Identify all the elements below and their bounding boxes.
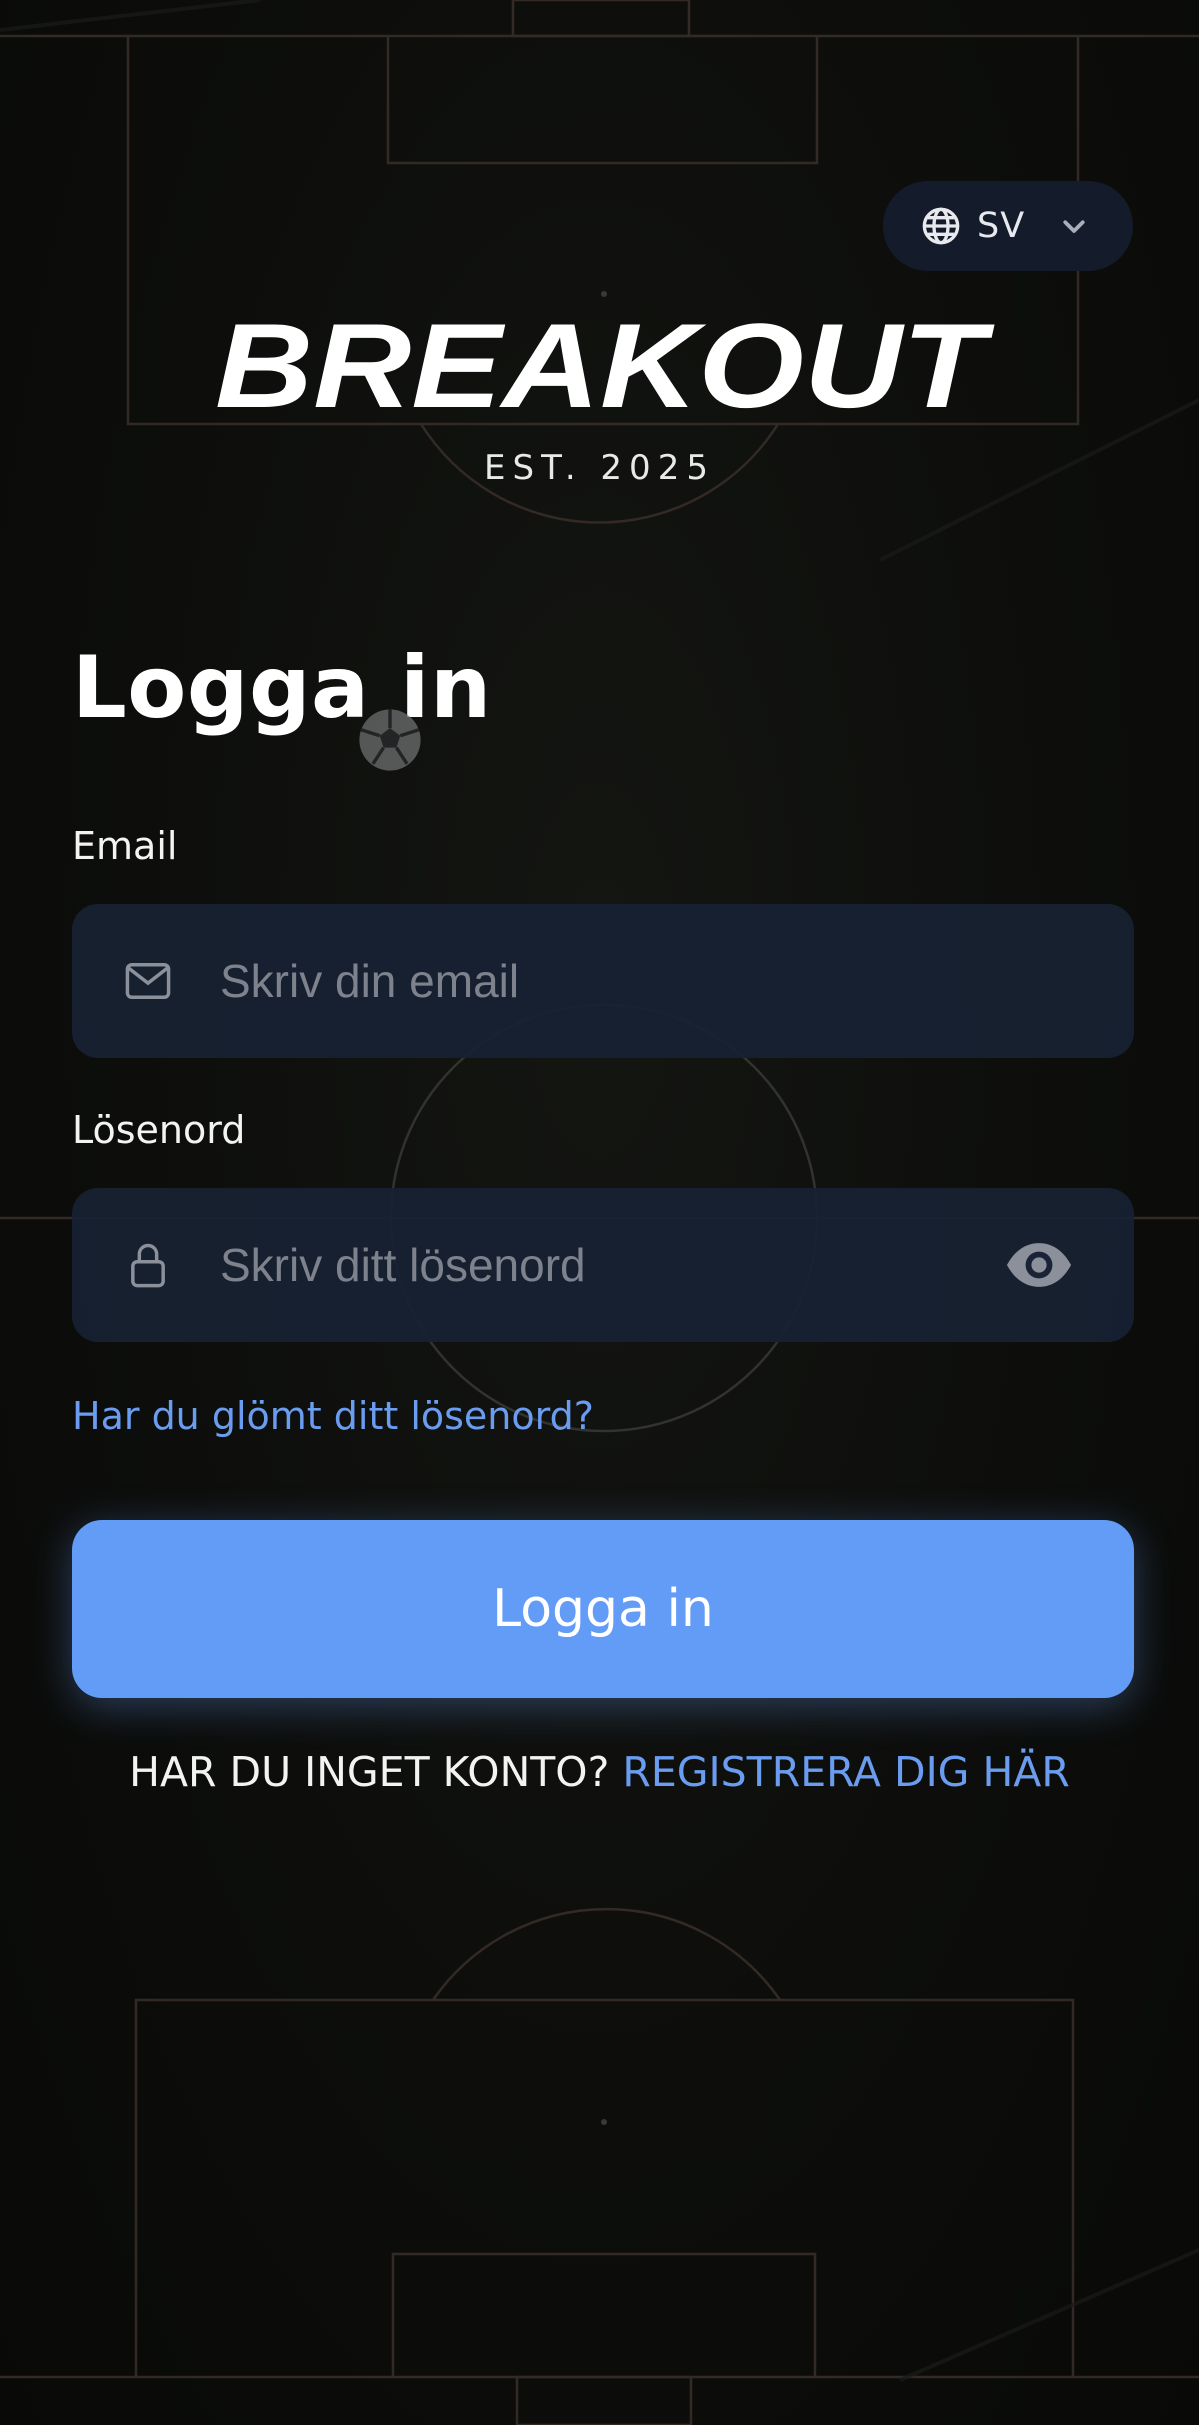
register-prompt: HAR DU INGET KONTO? REGISTRERA DIG HÄR bbox=[0, 1748, 1199, 1796]
password-input[interactable] bbox=[218, 1237, 922, 1293]
login-button[interactable]: Logga in bbox=[72, 1520, 1134, 1698]
chevron-down-icon bbox=[1063, 220, 1085, 233]
brand-logo: BREAKOUT bbox=[0, 310, 1199, 420]
login-screen: SV BREAKOUT EST. 2025 Logga in Email Lös… bbox=[0, 0, 1199, 2425]
no-account-text: HAR DU INGET KONTO? bbox=[129, 1748, 610, 1796]
email-label: Email bbox=[72, 824, 178, 868]
brand-name: BREAKOUT bbox=[215, 310, 995, 420]
page-title: Logga in bbox=[72, 638, 492, 738]
lock-icon bbox=[131, 1243, 165, 1288]
envelope-icon bbox=[125, 963, 171, 999]
password-label: Lösenord bbox=[72, 1108, 246, 1152]
soccer-ball-icon bbox=[359, 709, 421, 771]
language-selector[interactable]: SV bbox=[883, 181, 1133, 271]
email-field-container bbox=[72, 904, 1134, 1058]
eye-icon[interactable] bbox=[1004, 1230, 1074, 1300]
forgot-password-link[interactable]: Har du glömt ditt lösenord? bbox=[72, 1394, 594, 1438]
register-link[interactable]: REGISTRERA DIG HÄR bbox=[622, 1748, 1069, 1796]
brand-tagline: EST. 2025 bbox=[484, 448, 715, 488]
language-code: SV bbox=[977, 206, 1026, 246]
globe-icon bbox=[922, 207, 960, 245]
password-field-container bbox=[72, 1188, 1134, 1342]
email-input[interactable] bbox=[218, 953, 922, 1009]
